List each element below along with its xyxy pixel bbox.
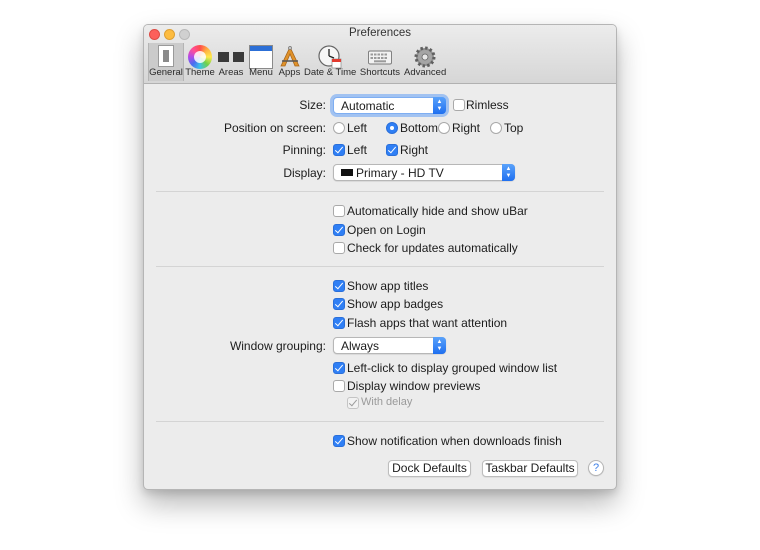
tab-label: Menu — [249, 67, 273, 78]
position-right-radio[interactable] — [438, 122, 450, 134]
position-label: Position on screen: — [223, 121, 326, 135]
window-grouping-label: Window grouping: — [229, 339, 326, 353]
flash-apps-label: Flash apps that want attention — [347, 316, 508, 330]
tab-apps[interactable]: Apps — [276, 43, 303, 81]
window-title: Preferences — [348, 27, 411, 39]
auto-hide-checkbox[interactable] — [333, 205, 345, 217]
tab-label: Advanced — [404, 67, 447, 78]
position-left-label: Left — [347, 121, 368, 135]
open-on-login-checkbox[interactable] — [333, 224, 345, 236]
position-left-radio[interactable] — [333, 122, 345, 134]
window-previews-label: Display window previews — [347, 379, 481, 393]
tab-advanced[interactable]: Advanced — [404, 43, 446, 81]
title-bar: Preferences General Theme Areas Menu App… — [144, 25, 616, 84]
pinning-right-label: Right — [400, 143, 429, 157]
download-notification-checkbox[interactable] — [333, 435, 345, 447]
position-top-label: Top — [504, 121, 524, 135]
with-delay-label: With delay — [361, 396, 413, 408]
download-notification-label: Show notification when downloads finish — [347, 434, 562, 448]
with-delay-checkbox — [347, 397, 359, 409]
clock-calendar-icon — [318, 45, 342, 69]
position-top-radio[interactable] — [490, 122, 502, 134]
dock-defaults-button[interactable]: Dock Defaults — [388, 460, 471, 477]
chevron-updown-icon: ▲ ▼ — [433, 97, 446, 114]
show-app-titles-label: Show app titles — [347, 279, 429, 293]
keyboard-icon — [368, 45, 392, 69]
tab-label: Apps — [278, 67, 301, 78]
menu-window-icon — [249, 45, 273, 69]
show-app-badges-checkbox[interactable] — [333, 298, 345, 310]
window-previews-checkbox[interactable] — [333, 380, 345, 392]
separator — [156, 266, 604, 267]
auto-hide-label: Automatically hide and show uBar — [347, 204, 528, 218]
tab-label: Theme — [185, 67, 215, 78]
position-right-label: Right — [452, 121, 481, 135]
areas-icon — [218, 45, 244, 69]
help-button[interactable]: ? — [588, 460, 604, 476]
pinning-left-checkbox[interactable] — [333, 144, 345, 156]
size-value: Automatic — [341, 99, 395, 113]
tab-general[interactable]: General — [148, 43, 184, 81]
rimless-label: Rimless — [466, 98, 509, 112]
flash-apps-checkbox[interactable] — [333, 317, 345, 329]
color-wheel-icon — [188, 45, 212, 69]
window-grouping-popup[interactable]: Always ▲ ▼ — [333, 337, 446, 354]
separator — [156, 191, 604, 192]
pinning-label: Pinning: — [282, 143, 326, 157]
display-label: Display: — [283, 166, 326, 180]
display-value: Primary - HD TV — [356, 166, 444, 180]
preferences-window: Preferences General Theme Areas Menu App… — [143, 24, 617, 490]
tab-label: Shortcuts — [359, 67, 401, 78]
tab-date-time[interactable]: Date & Time — [304, 43, 356, 81]
chevron-updown-icon: ▲ ▼ — [502, 164, 515, 181]
check-updates-checkbox[interactable] — [333, 242, 345, 254]
tab-label: General — [149, 67, 183, 78]
gear-icon — [413, 45, 437, 69]
tab-label: Date & Time — [304, 67, 357, 78]
rimless-checkbox[interactable] — [453, 99, 465, 111]
apps-compass-icon — [278, 45, 302, 69]
chevron-updown-icon: ▲ ▼ — [433, 337, 446, 354]
show-app-badges-label: Show app badges — [347, 297, 444, 311]
general-switch-icon — [158, 45, 174, 67]
left-click-grouped-label: Left-click to display grouped window lis… — [347, 361, 558, 375]
position-bottom-label: Bottom — [400, 121, 439, 135]
size-popup[interactable]: Automatic ▲ ▼ — [333, 97, 446, 114]
display-popup[interactable]: Primary - HD TV ▲ ▼ — [333, 164, 515, 181]
tab-label: Areas — [218, 67, 244, 78]
size-label: Size: — [299, 98, 326, 112]
tab-theme[interactable]: Theme — [185, 43, 215, 81]
tab-menu[interactable]: Menu — [247, 43, 275, 81]
separator — [156, 421, 604, 422]
window-grouping-value: Always — [341, 339, 380, 353]
tab-areas[interactable]: Areas — [216, 43, 246, 81]
taskbar-defaults-button[interactable]: Taskbar Defaults — [482, 460, 578, 477]
show-app-titles-checkbox[interactable] — [333, 280, 345, 292]
tab-shortcuts[interactable]: Shortcuts — [358, 43, 402, 81]
display-swatch-icon — [341, 169, 353, 176]
open-on-login-label: Open on Login — [347, 223, 426, 237]
check-updates-label: Check for updates automatically — [347, 241, 518, 255]
pinning-right-checkbox[interactable] — [386, 144, 398, 156]
position-bottom-radio[interactable] — [386, 122, 398, 134]
pinning-left-label: Left — [347, 143, 368, 157]
left-click-grouped-checkbox[interactable] — [333, 362, 345, 374]
